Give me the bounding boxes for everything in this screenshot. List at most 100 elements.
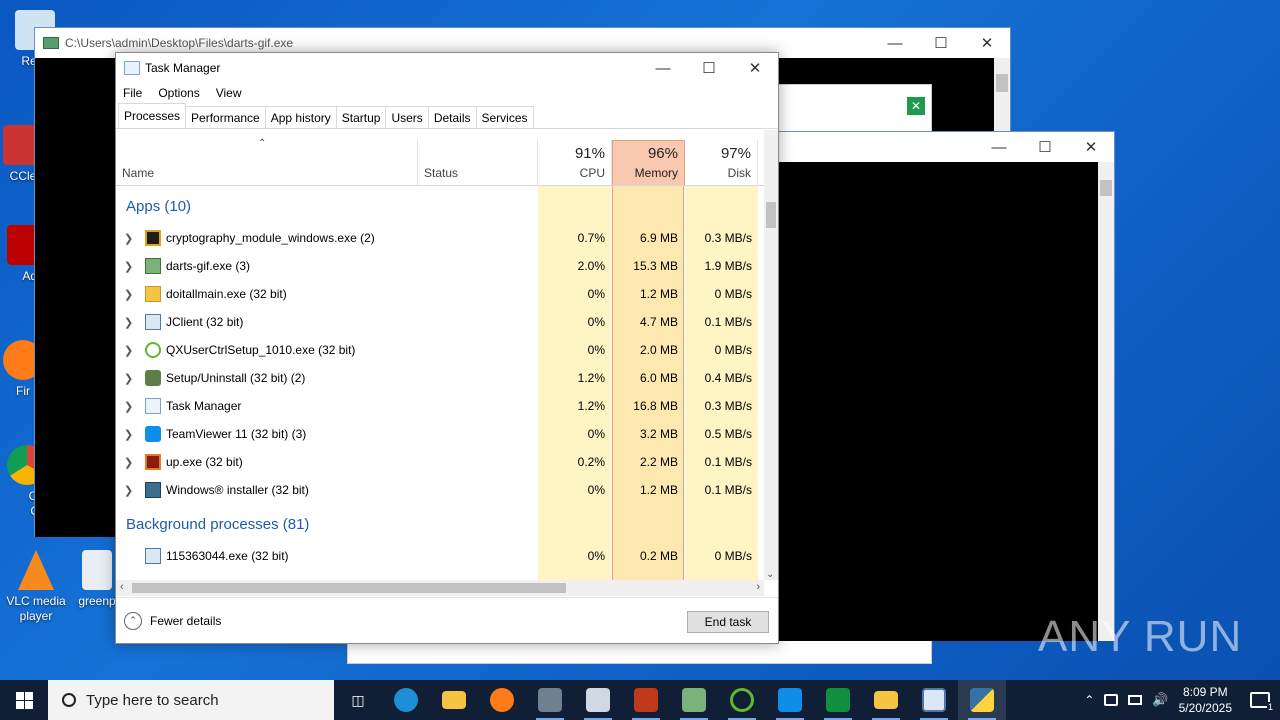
volume-icon[interactable]: 🔊 [1152, 692, 1168, 708]
taskbar-folder[interactable] [862, 680, 910, 720]
console-window: — ☐ ✕ [762, 131, 1115, 641]
process-row[interactable]: ❯ TeamViewer 11 (32 bit) (3) 0% 3.2 MB 0… [116, 420, 764, 448]
taskbar-darts-gif[interactable] [670, 680, 718, 720]
end-task-button[interactable]: End task [687, 611, 769, 633]
tab-users[interactable]: Users [385, 106, 429, 128]
maximize-button[interactable]: ☐ [918, 28, 964, 58]
minimize-button[interactable]: — [872, 28, 918, 58]
expand-chevron-icon[interactable]: ❯ [124, 232, 133, 245]
vertical-scrollbar[interactable] [1098, 162, 1114, 641]
minimize-button[interactable]: — [640, 53, 686, 83]
desktop-icon-vlc[interactable]: VLC media player [1, 550, 71, 624]
process-row[interactable]: ❯ darts-gif.exe (3) 2.0% 15.3 MB 1.9 MB/… [116, 252, 764, 280]
close-button[interactable]: ✕ [964, 28, 1010, 58]
taskbar-edge[interactable] [382, 680, 430, 720]
expand-chevron-icon[interactable]: ❯ [124, 428, 133, 441]
group-header-apps[interactable]: Apps (10) [126, 198, 191, 215]
console-titlebar[interactable]: — ☐ ✕ [763, 132, 1114, 162]
network-icon[interactable] [1104, 694, 1119, 706]
group-header-background[interactable]: Background processes (81) [126, 516, 309, 533]
vertical-scrollbar[interactable]: ⌄ [764, 130, 778, 580]
process-row[interactable]: ❯ Windows® installer (32 bit) 0% 1.2 MB … [116, 476, 764, 504]
horizontal-scrollbar[interactable]: ‹ › [116, 580, 764, 596]
process-row[interactable]: ❯ cryptography_module_windows.exe (2) 0.… [116, 224, 764, 252]
expand-chevron-icon[interactable]: ❯ [124, 316, 133, 329]
disk-value: 0.1 MB/s [704, 455, 752, 469]
tab-processes[interactable]: Processes [118, 103, 187, 128]
column-header-memory[interactable]: 96% Memory [612, 140, 685, 186]
process-row[interactable]: ❯ up.exe (32 bit) 0.2% 2.2 MB 0.1 MB/s [116, 448, 764, 476]
scroll-right-icon[interactable]: › [756, 581, 760, 593]
scroll-thumb[interactable] [996, 74, 1008, 92]
expand-chevron-icon[interactable]: ❯ [124, 372, 133, 385]
clock[interactable]: 8:09 PM 5/20/2025 [1179, 684, 1232, 716]
taskbar-search-box[interactable]: Type here to search [48, 680, 334, 720]
process-row[interactable]: ❯ Task Manager 1.2% 16.8 MB 0.3 MB/s [116, 392, 764, 420]
tab-startup[interactable]: Startup [335, 106, 387, 128]
taskbar-green-app[interactable] [814, 680, 862, 720]
scroll-down-icon[interactable]: ⌄ [766, 569, 774, 580]
tab-services[interactable]: Services [475, 106, 534, 128]
close-button[interactable]: ✕ [732, 53, 778, 83]
process-name: Setup/Uninstall (32 bit) (2) [166, 371, 306, 385]
taskbar-python[interactable] [958, 680, 1006, 720]
up-app-icon [145, 454, 161, 470]
scroll-thumb[interactable] [132, 583, 566, 593]
process-row[interactable]: ❯ QXUserCtrlSetup_1010.exe (32 bit) 0% 2… [116, 336, 764, 364]
expand-chevron-icon[interactable]: ❯ [124, 288, 133, 301]
column-header-status[interactable]: Status [419, 140, 538, 186]
menu-view[interactable]: View [216, 86, 242, 100]
scroll-thumb[interactable] [1100, 180, 1112, 196]
process-row[interactable]: 115363044.exe (32 bit) 0% 0.2 MB 0 MB/s [116, 542, 764, 570]
column-header-disk[interactable]: 97% Disk [685, 140, 758, 186]
tab-details[interactable]: Details [427, 106, 477, 128]
maximize-button[interactable]: ☐ [686, 53, 732, 83]
taskbar-installer[interactable] [526, 680, 574, 720]
maximize-button[interactable]: ☐ [1022, 132, 1068, 162]
minimize-button[interactable]: — [976, 132, 1022, 162]
expand-chevron-icon[interactable]: ❯ [124, 456, 133, 469]
start-button[interactable] [0, 680, 48, 720]
window-title: Task Manager [145, 61, 221, 75]
process-row[interactable]: ❯ JClient (32 bit) 0% 4.7 MB 0.1 MB/s [116, 308, 764, 336]
taskbar-teamviewer[interactable] [766, 680, 814, 720]
menu-options[interactable]: Options [158, 86, 199, 100]
scroll-left-icon[interactable]: ‹ [120, 581, 124, 593]
tab-app-history[interactable]: App history [264, 106, 337, 128]
column-header-name[interactable]: ⌃ Name [116, 138, 418, 186]
memory-value: 3.2 MB [639, 427, 678, 441]
process-row[interactable]: ❯ doitallmain.exe (32 bit) 0% 1.2 MB 0 M… [116, 280, 764, 308]
column-header-cpu[interactable]: 91% CPU [538, 140, 612, 186]
close-button[interactable]: ✕ [1068, 132, 1114, 162]
disk-percent: 97% [720, 145, 751, 162]
chevron-up-circle-icon: ⌃ [124, 611, 142, 630]
column-label: Disk [727, 166, 751, 180]
process-row[interactable]: ❯ Setup/Uninstall (32 bit) (2) 1.2% 6.0 … [116, 364, 764, 392]
expand-chevron-icon[interactable]: ❯ [124, 260, 133, 273]
taskbar-up-app[interactable] [622, 680, 670, 720]
display-icon[interactable] [1128, 695, 1143, 705]
task-manager-titlebar[interactable]: Task Manager — ☐ ✕ [116, 53, 778, 83]
task-manager-icon [145, 398, 161, 414]
teamviewer-icon [145, 426, 161, 442]
dialog-close-icon[interactable]: ✕ [907, 97, 925, 115]
memory-value: 2.0 MB [639, 343, 678, 357]
taskbar-file-explorer[interactable] [430, 680, 478, 720]
taskbar-firefox[interactable] [478, 680, 526, 720]
tab-performance[interactable]: Performance [185, 106, 266, 128]
task-view-button[interactable]: ◫ [334, 680, 382, 720]
expand-chevron-icon[interactable]: ❯ [124, 344, 133, 357]
taskbar-window-app[interactable] [910, 680, 958, 720]
taskbar-qx-app[interactable] [718, 680, 766, 720]
taskbar-task-manager[interactable] [574, 680, 622, 720]
expand-chevron-icon[interactable]: ❯ [124, 484, 133, 497]
process-name: Task Manager [166, 399, 242, 413]
chevron-up-icon[interactable]: ⌃ [1084, 693, 1094, 707]
menu-file[interactable]: File [123, 86, 142, 100]
scroll-thumb[interactable] [766, 202, 776, 228]
notifications-button[interactable]: 1 [1250, 692, 1274, 712]
fewer-details-toggle[interactable]: ⌃ Fewer details [124, 611, 221, 630]
expand-chevron-icon[interactable]: ❯ [124, 400, 133, 413]
column-label: Status [424, 166, 459, 180]
teamviewer-icon [778, 688, 802, 712]
